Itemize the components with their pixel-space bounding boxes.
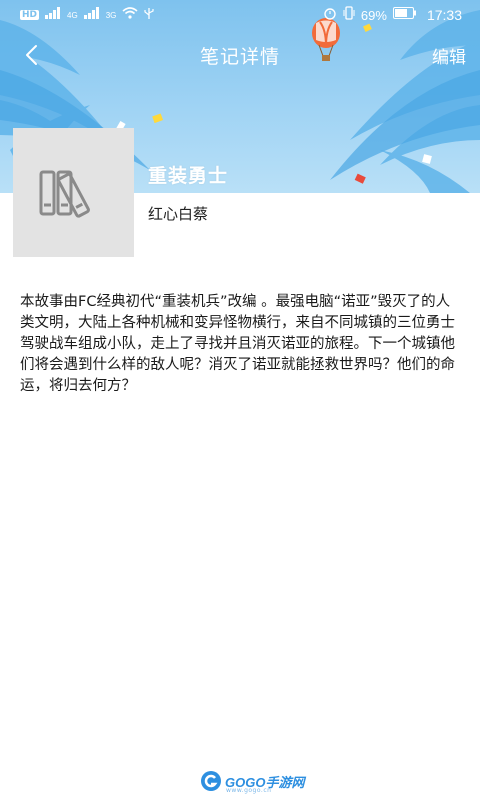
battery-percent: 69% — [360, 7, 387, 23]
book-cover[interactable] — [13, 128, 134, 257]
hd-badge: HD — [20, 10, 40, 20]
vibrate-icon — [343, 6, 355, 24]
chevron-left-icon — [26, 45, 37, 65]
signal-icon — [45, 7, 61, 23]
note-summary: 本故事由FC经典初代“重装机兵”改编 。最强电脑“诺亚”毁灭了的人类文明，大陆上… — [20, 294, 455, 394]
usb-icon — [144, 7, 154, 24]
site-watermark: GOGO手游网 www.gogo.cn — [200, 768, 308, 794]
nav-bar: 笔记详情 编辑 — [0, 30, 480, 80]
alarm-icon — [323, 6, 337, 24]
book-author: 红心白蔡 — [148, 205, 209, 223]
battery-icon — [392, 7, 417, 23]
status-right: 69% 17:33 — [323, 6, 462, 24]
clock-time: 17:33 — [426, 7, 462, 23]
wifi-icon — [122, 7, 138, 23]
network-4g-label: 4G — [67, 10, 78, 20]
book-title: 重装勇士 — [148, 165, 229, 187]
status-left: HD 4G 3G — [20, 7, 154, 24]
page-title: 笔记详情 — [199, 45, 280, 68]
back-button[interactable] — [16, 40, 46, 70]
watermark-url: www.gogo.cn — [226, 787, 272, 794]
status-bar: HD 4G 3G 69% 17:33 — [0, 0, 480, 30]
network-3g-label: 3G — [105, 10, 117, 20]
signal-icon-2 — [83, 7, 100, 23]
edit-button[interactable]: 编辑 — [432, 43, 466, 68]
gogo-logo-icon — [201, 771, 221, 791]
books-icon — [39, 170, 90, 218]
